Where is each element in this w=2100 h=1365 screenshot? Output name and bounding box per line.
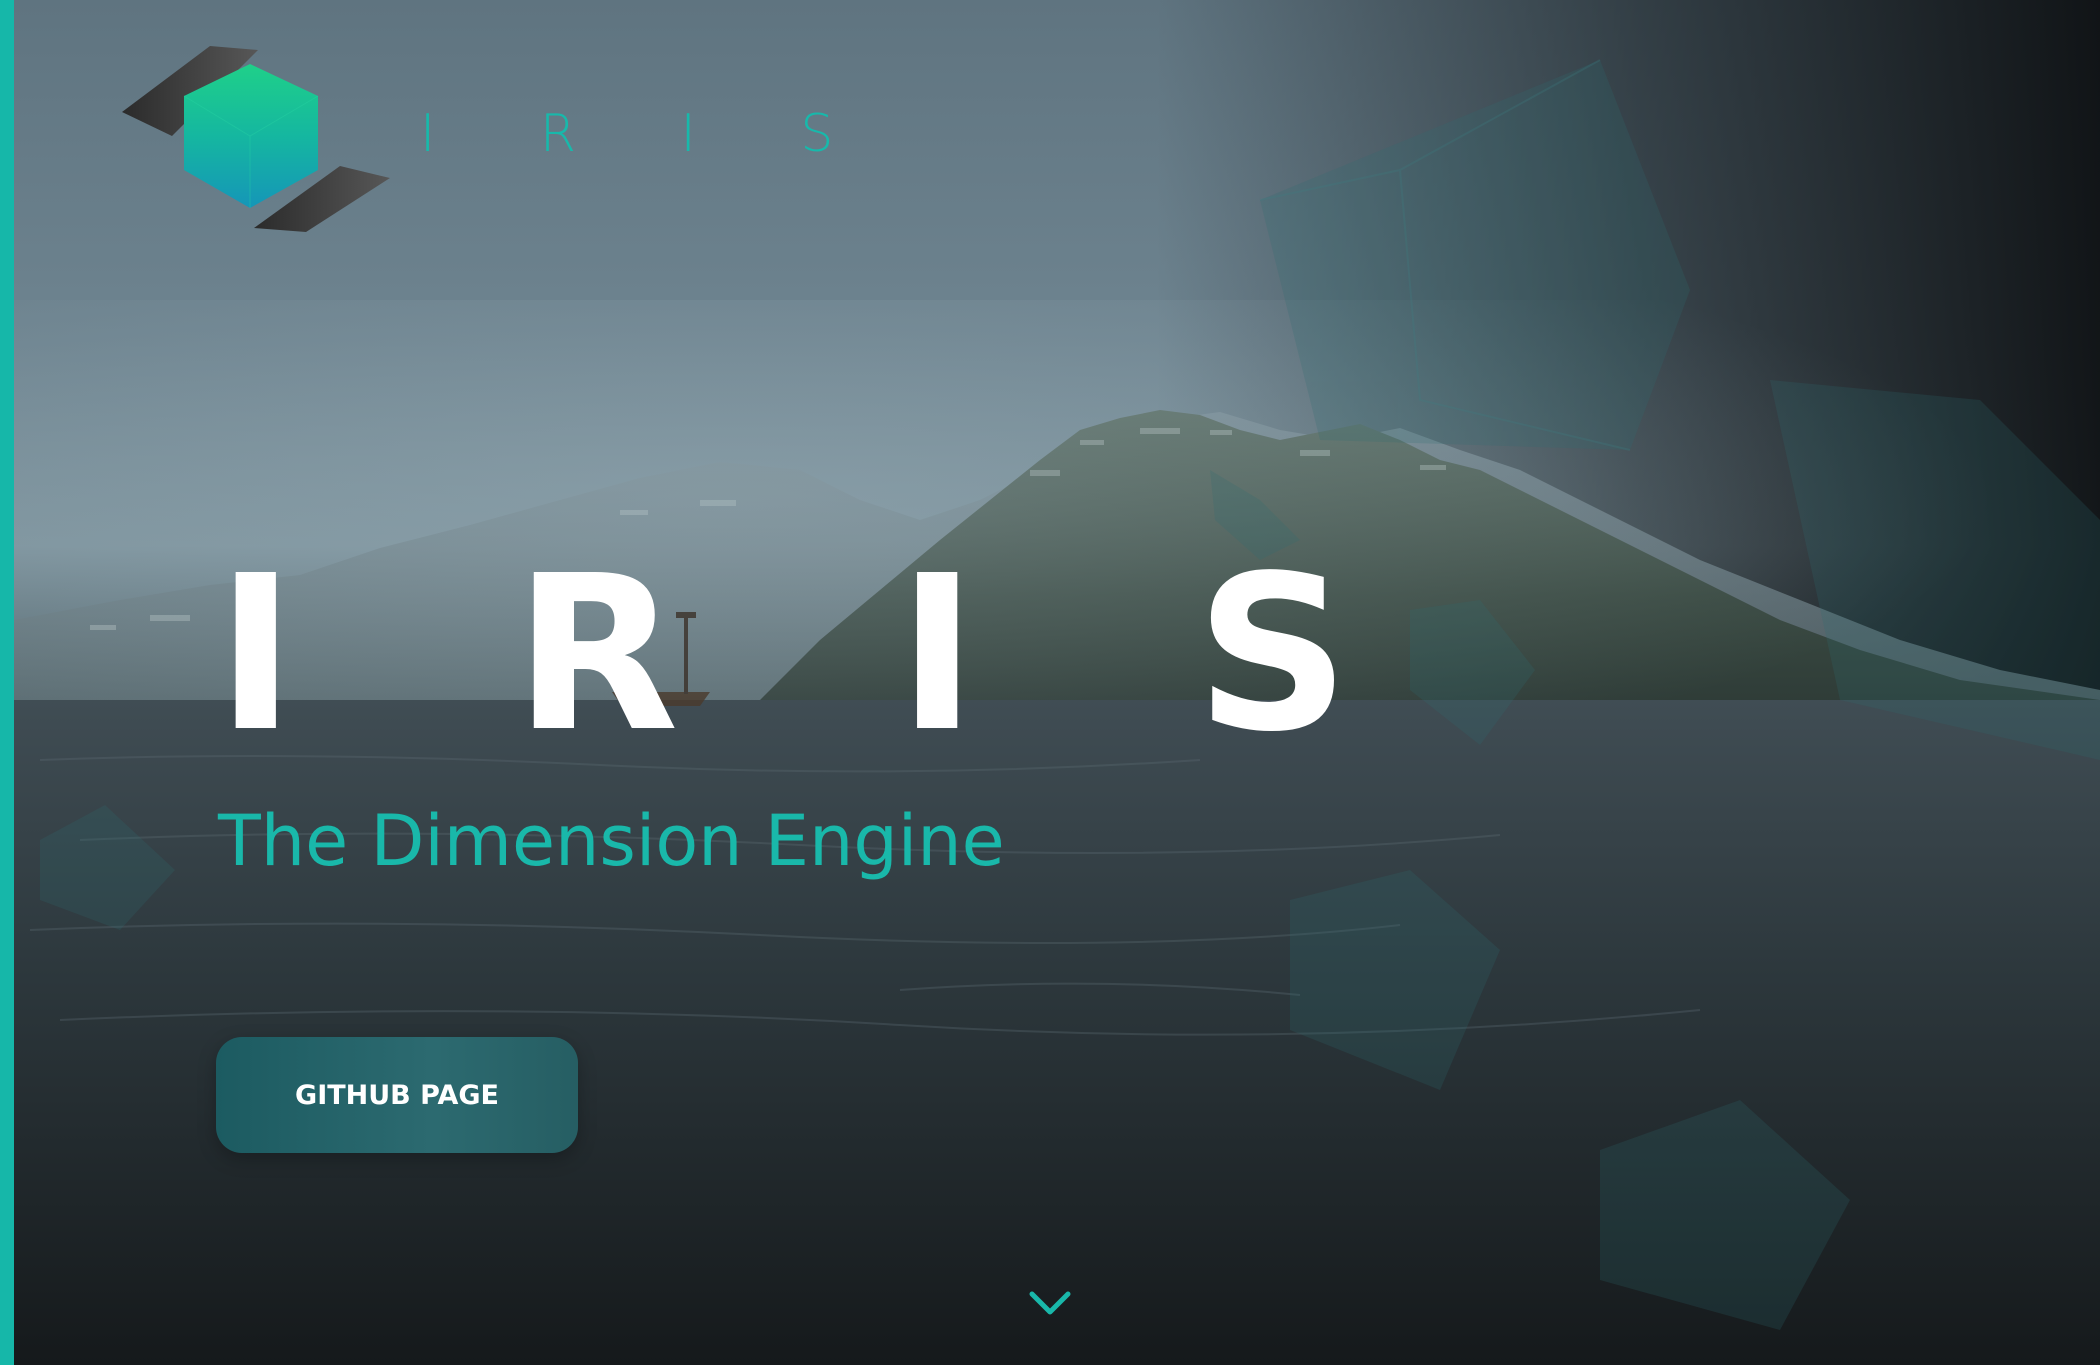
accent-bar	[0, 0, 14, 1365]
brand[interactable]: I R I S	[122, 44, 877, 234]
github-page-button[interactable]: GITHUB PAGE	[216, 1037, 578, 1153]
hero-subtitle: The Dimension Engine	[218, 800, 1005, 882]
hexagon-logo-icon	[122, 46, 390, 232]
chevron-down-icon[interactable]	[1028, 1290, 1072, 1318]
hero-title: I R I S	[216, 530, 1422, 779]
brand-name: I R I S	[420, 104, 878, 164]
hero-section: I R I S I R I S The Dimension Engine GIT…	[0, 0, 2100, 1365]
